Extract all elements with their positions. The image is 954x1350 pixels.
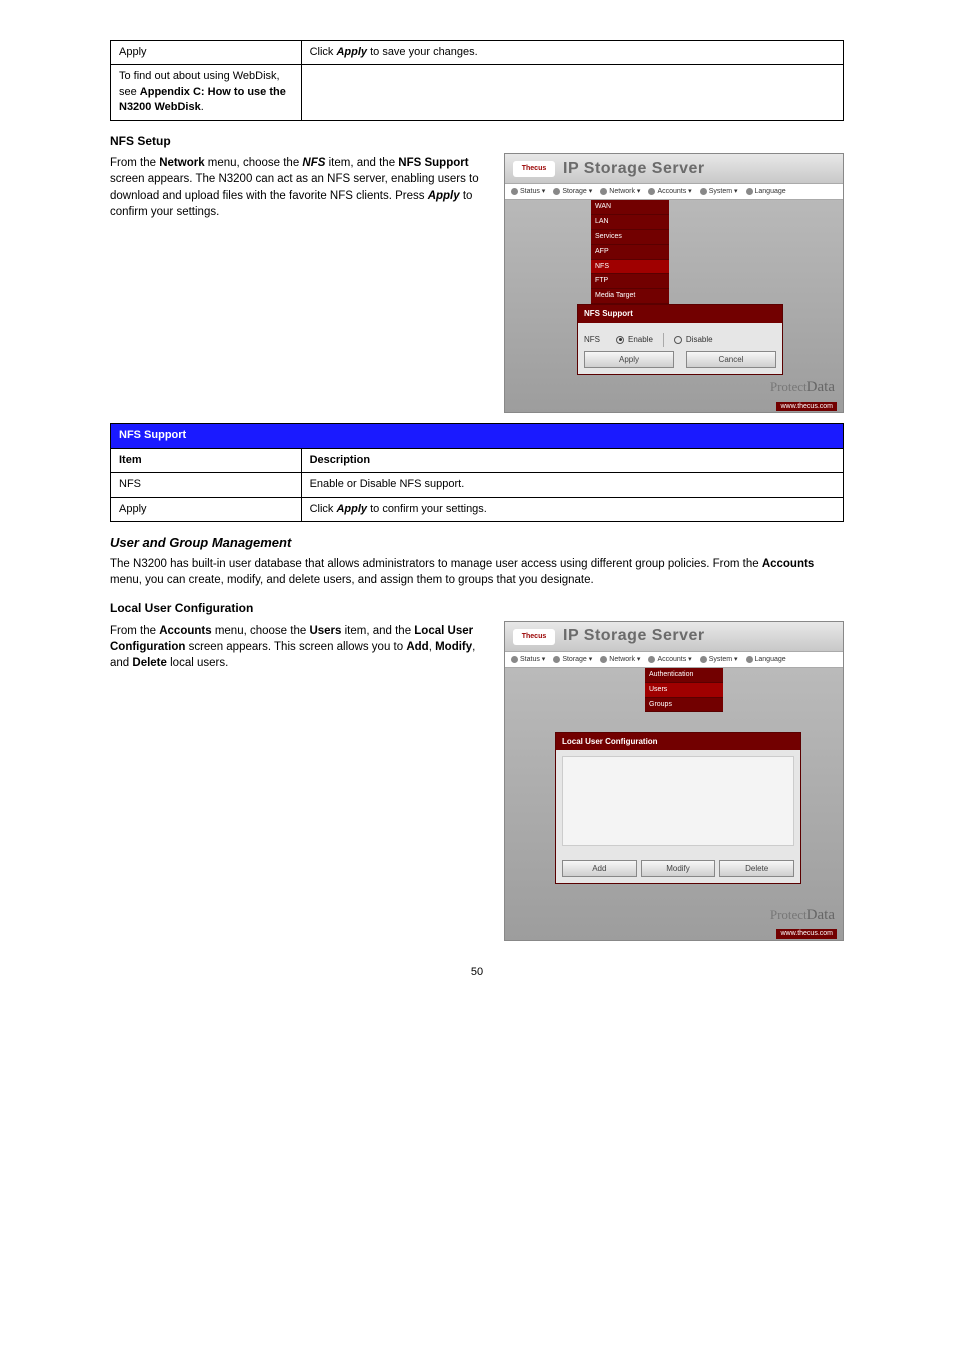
accounts-heading: User and Group Management	[110, 534, 844, 552]
cancel-button[interactable]: Cancel	[686, 351, 776, 368]
col-desc: Description	[301, 448, 843, 472]
radio-disable[interactable]	[674, 336, 682, 344]
brand-logo2: Thecus	[513, 629, 555, 645]
shot2-menubar: Status ▾ Storage ▾ Network ▾ Accounts ▾ …	[505, 652, 843, 668]
local-user-screenshot: Thecus IP Storage Server Status ▾ Storag…	[504, 621, 844, 941]
footer-link: www.thecus.com	[776, 402, 837, 412]
dd-afp[interactable]: AFP	[591, 245, 669, 260]
local-user-panel: Local User Configuration Add Modify Dele…	[555, 732, 801, 884]
nfs-desc-table: NFS Support Item Description NFS Enable …	[110, 423, 844, 522]
nfs-screenshot: Thecus IP Storage Server Status ▾ Storag…	[504, 153, 844, 413]
row-apply-desc: Click Apply to save your changes.	[301, 41, 843, 65]
menu-accounts[interactable]: Accounts ▾	[648, 187, 691, 197]
nfs-panel-title: NFS Support	[578, 305, 782, 322]
nfs-row-nfs-label: NFS	[111, 473, 302, 497]
menu-language[interactable]: Language	[746, 187, 786, 197]
add-button[interactable]: Add	[562, 860, 637, 877]
menu2-network[interactable]: Network ▾	[600, 655, 640, 665]
menu2-system[interactable]: System ▾	[700, 655, 738, 665]
nfs-radio-row: NFS Enable Disable	[584, 333, 776, 347]
radio-enable-label: Enable	[628, 334, 653, 345]
row-apply-label: Apply	[111, 41, 302, 65]
apply-webdisk-table: Apply Click Apply to save your changes. …	[110, 40, 844, 121]
col-item: Item	[111, 448, 302, 472]
footer-link2: www.thecus.com	[776, 929, 837, 939]
nfs-paragraph: From the Network menu, choose the NFS it…	[110, 155, 490, 219]
accounts-dropdown: Authentication Users Groups	[645, 668, 723, 712]
dd-wan[interactable]: WAN	[591, 200, 669, 215]
local-user-paragraph: From the Accounts menu, choose the Users…	[110, 623, 490, 671]
footer-brand: ProtectData	[770, 377, 835, 398]
shot-menubar: Status ▾ Storage ▾ Network ▾ Accounts ▾ …	[505, 184, 843, 200]
shot2-titlebar: Thecus IP Storage Server	[505, 622, 843, 652]
dd-groups[interactable]: Groups	[645, 698, 723, 713]
menu2-storage[interactable]: Storage ▾	[553, 655, 592, 665]
local-user-heading: Local User Configuration	[110, 600, 844, 617]
nfs-table-title: NFS Support	[111, 424, 844, 448]
nfs-row-apply-label: Apply	[111, 497, 302, 521]
banner-text: IP Storage Server	[563, 158, 835, 180]
delete-button[interactable]: Delete	[719, 860, 794, 877]
page-number: 50	[110, 965, 844, 980]
nfs-heading: NFS Setup	[110, 133, 844, 150]
apply-button[interactable]: Apply	[584, 351, 674, 368]
nfs-row-apply-desc: Click Apply to confirm your settings.	[301, 497, 843, 521]
banner-text2: IP Storage Server	[563, 625, 835, 647]
dd-nfs[interactable]: NFS	[591, 260, 669, 275]
menu2-status[interactable]: Status ▾	[511, 655, 545, 665]
dd-lan[interactable]: LAN	[591, 215, 669, 230]
accounts-para: The N3200 has built-in user database tha…	[110, 556, 844, 588]
nfs-row-nfs-desc: Enable or Disable NFS support.	[301, 473, 843, 497]
radio-disable-label: Disable	[686, 334, 713, 345]
radio-enable[interactable]	[616, 336, 624, 344]
footer-brand2: ProtectData	[770, 905, 835, 926]
network-dropdown: WAN LAN Services AFP NFS FTP Media Targe…	[591, 200, 669, 304]
user-listbox[interactable]	[562, 756, 794, 846]
menu-status[interactable]: Status ▾	[511, 187, 545, 197]
dd-users[interactable]: Users	[645, 683, 723, 698]
nfs-radio-label: NFS	[584, 334, 600, 345]
local-user-panel-title: Local User Configuration	[556, 733, 800, 750]
shot-titlebar: Thecus IP Storage Server	[505, 154, 843, 184]
menu2-accounts[interactable]: Accounts ▾	[648, 655, 691, 665]
dd-auth[interactable]: Authentication	[645, 668, 723, 683]
nfs-panel: NFS Support NFS Enable Disable Apply Can…	[577, 304, 783, 374]
menu-storage[interactable]: Storage ▾	[553, 187, 592, 197]
menu-network[interactable]: Network ▾	[600, 187, 640, 197]
dd-ftp[interactable]: FTP	[591, 274, 669, 289]
row-webdisk-label: To find out about using WebDisk, see App…	[111, 65, 302, 120]
dd-media-target[interactable]: Media Target	[591, 289, 669, 304]
brand-logo: Thecus	[513, 161, 555, 177]
menu-system[interactable]: System ▾	[700, 187, 738, 197]
dd-services[interactable]: Services	[591, 230, 669, 245]
menu2-language[interactable]: Language	[746, 655, 786, 665]
modify-button[interactable]: Modify	[641, 860, 716, 877]
row-webdisk-desc	[301, 65, 843, 120]
